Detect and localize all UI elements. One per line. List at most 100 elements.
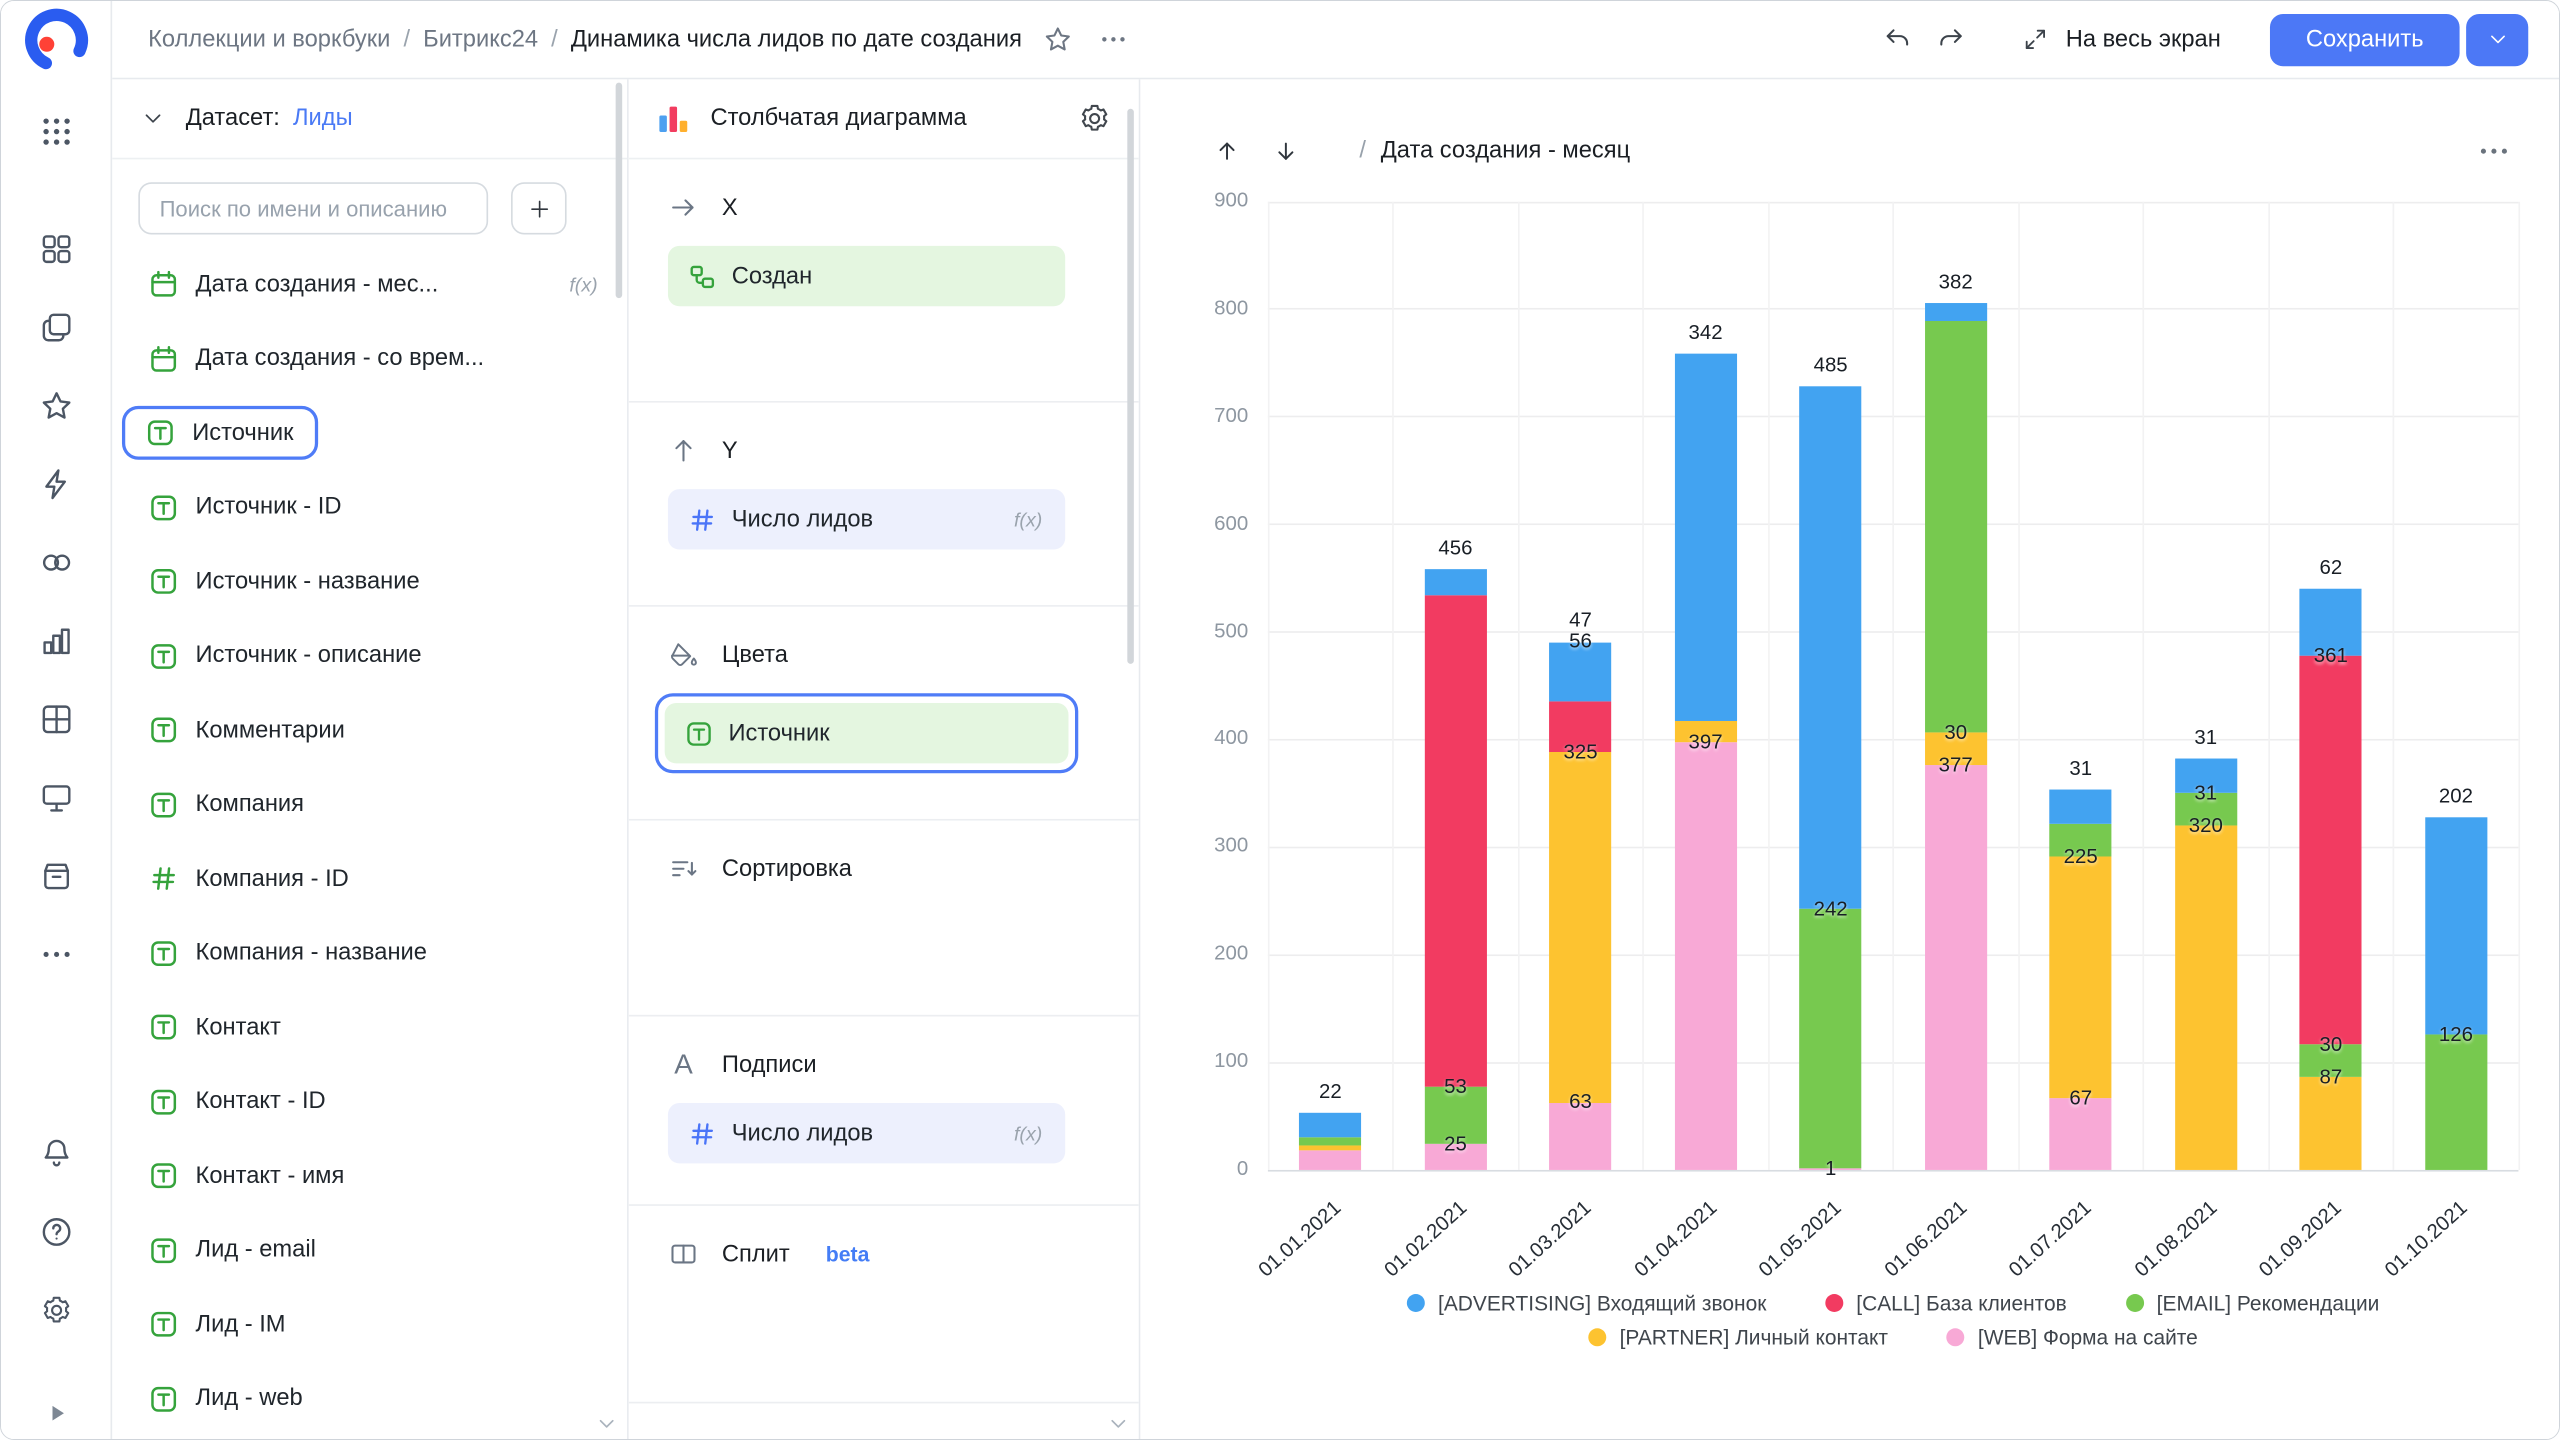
labels-field-pill[interactable]: Число лидов f(x)	[668, 1103, 1065, 1163]
scroll-down-hint-icon[interactable]	[1106, 1412, 1131, 1436]
chart-settings-button[interactable]	[1077, 101, 1113, 137]
rail-item-charts[interactable]	[20, 602, 92, 680]
undo-button[interactable]	[1881, 23, 1914, 56]
dataset-field[interactable]: Дата создания - мес...f(x)	[112, 248, 627, 322]
legend-item[interactable]: [ADVERTISING] Входящий звонок	[1407, 1291, 1766, 1315]
bar-segment[interactable]	[1299, 1137, 1361, 1146]
field-search-input[interactable]	[138, 182, 488, 234]
bar-value-label: 53	[1406, 1075, 1504, 1098]
chart-more-button[interactable]	[2476, 133, 2512, 169]
section-x: X Создан	[629, 192, 1139, 401]
bar-segment[interactable]	[1800, 909, 1862, 1169]
bar-chart-type-icon[interactable]	[655, 101, 691, 137]
dataset-field[interactable]: Источник - ID	[112, 470, 627, 544]
field-name: Лид - web	[196, 1386, 303, 1412]
datalens-logo-icon[interactable]	[23, 8, 88, 73]
dataset-field[interactable]: Источник - описание	[112, 619, 627, 693]
dataset-field[interactable]: Источник	[112, 396, 627, 470]
dataset-field[interactable]: Лид - email	[112, 1213, 627, 1287]
config-scrollbar-thumb[interactable]	[1127, 109, 1134, 664]
rail-item-monitoring[interactable]	[20, 759, 92, 837]
dataset-field[interactable]: Компания	[112, 768, 627, 842]
bar-segment[interactable]	[2175, 826, 2237, 1170]
bar-segment[interactable]	[1800, 387, 1862, 909]
dataset-name-link[interactable]: Лиды	[293, 105, 353, 131]
bar-segment[interactable]	[1424, 569, 1486, 596]
dataset-collapse-button[interactable]	[138, 105, 166, 133]
bar-segment[interactable]	[1424, 596, 1486, 1087]
field-name: Дата создания - мес...	[196, 272, 439, 298]
legend-item[interactable]: [WEB] Форма на сайте	[1947, 1325, 2198, 1349]
bar-segment[interactable]	[1925, 764, 1987, 1170]
redo-button[interactable]	[1933, 23, 1966, 56]
bar-segment[interactable]	[1299, 1113, 1361, 1137]
bar-segment[interactable]	[2300, 656, 2362, 1044]
rail-item-notifications[interactable]	[20, 1114, 92, 1192]
save-split-button: Сохранить	[2270, 13, 2528, 65]
breadcrumb-collections[interactable]: Коллекции и воркбуки	[148, 26, 390, 52]
bar-segment[interactable]	[2050, 790, 2112, 823]
field-name: Контакт - имя	[196, 1163, 345, 1189]
save-button[interactable]: Сохранить	[2270, 13, 2460, 65]
text-field-icon	[148, 492, 179, 523]
bar-segment[interactable]	[1925, 303, 1987, 321]
bar-segment[interactable]	[2050, 856, 2112, 1098]
dataset-field[interactable]: Контакт	[112, 990, 627, 1064]
field-chip: Источник - описание	[145, 637, 425, 675]
dataset-field[interactable]: Лид - web	[112, 1362, 627, 1436]
rail-item-favorites[interactable]	[20, 367, 92, 445]
dataset-field[interactable]: Источник - название	[112, 545, 627, 619]
rail-item-more[interactable]	[20, 915, 92, 993]
chart-title[interactable]: Дата создания - месяц	[1381, 138, 1630, 164]
colors-field-pill[interactable]: Источник	[665, 703, 1069, 763]
drill-up-button[interactable]	[1206, 130, 1249, 172]
x-field-pill[interactable]: Создан	[668, 246, 1065, 306]
dataset-field[interactable]: Компания - ID	[112, 842, 627, 916]
left-rail	[1, 1, 112, 1440]
rail-item-storage[interactable]	[20, 837, 92, 915]
dataset-field[interactable]: Комментарии	[112, 693, 627, 767]
y-field-pill[interactable]: Число лидов f(x)	[668, 489, 1065, 549]
fullscreen-button[interactable]: На весь экран	[2022, 25, 2221, 53]
rail-item-editor[interactable]	[20, 445, 92, 523]
rail-item-datasets[interactable]	[20, 680, 92, 758]
dataset-field[interactable]: Контакт - ID	[112, 1065, 627, 1139]
bar-value-label: 30	[1907, 721, 2005, 744]
dataset-field[interactable]: Компания - название	[112, 916, 627, 990]
favorite-button[interactable]	[1042, 23, 1075, 56]
dataset-field[interactable]: Дата создания - со врем...	[112, 322, 627, 396]
bar-segment[interactable]	[1299, 1145, 1361, 1150]
labels-field-slot: Число лидов f(x)	[668, 1103, 1065, 1163]
dataset-field[interactable]: Контакт - имя	[112, 1139, 627, 1213]
legend-item[interactable]: [EMAIL] Рекомендации	[2126, 1291, 2380, 1315]
bar-segment[interactable]	[2425, 1034, 2487, 1170]
rail-item-settings[interactable]	[20, 1271, 92, 1349]
save-dropdown-button[interactable]	[2466, 13, 2528, 65]
add-field-button[interactable]	[511, 182, 567, 234]
breadcrumb-workbook[interactable]: Битрикс24	[423, 26, 538, 52]
number-icon	[688, 505, 717, 534]
bar-segment[interactable]	[1675, 354, 1737, 722]
bar-segment[interactable]	[1925, 321, 1987, 732]
legend-label: [CALL] База клиентов	[1856, 1291, 2066, 1315]
y-axis-label: 100	[1167, 1049, 1249, 1072]
legend-item[interactable]: [CALL] База клиентов	[1825, 1291, 2067, 1315]
rail-expand-button[interactable]	[37, 1392, 80, 1434]
bar-segment[interactable]	[1675, 743, 1737, 1170]
rail-item-services[interactable]	[20, 210, 92, 288]
field-name: Комментарии	[196, 717, 345, 743]
bar-segment[interactable]	[2425, 817, 2487, 1034]
dataset-scrollbar-thumb[interactable]	[616, 83, 623, 299]
bar-segment[interactable]	[1299, 1151, 1361, 1170]
legend-item[interactable]: [PARTNER] Личный контакт	[1589, 1325, 1888, 1349]
rail-item-apps-grid[interactable]	[20, 96, 92, 168]
dataset-field[interactable]: Лид - IM	[112, 1287, 627, 1361]
bar-segment[interactable]	[2300, 1076, 2362, 1170]
rail-item-connections[interactable]	[20, 523, 92, 601]
page-more-button[interactable]	[1097, 23, 1130, 56]
bar-segment[interactable]	[1549, 753, 1611, 1103]
rail-item-help[interactable]	[20, 1193, 92, 1271]
scroll-down-hint-icon[interactable]	[594, 1412, 619, 1436]
rail-item-workbooks[interactable]	[20, 288, 92, 366]
drill-down-button[interactable]	[1265, 130, 1308, 172]
